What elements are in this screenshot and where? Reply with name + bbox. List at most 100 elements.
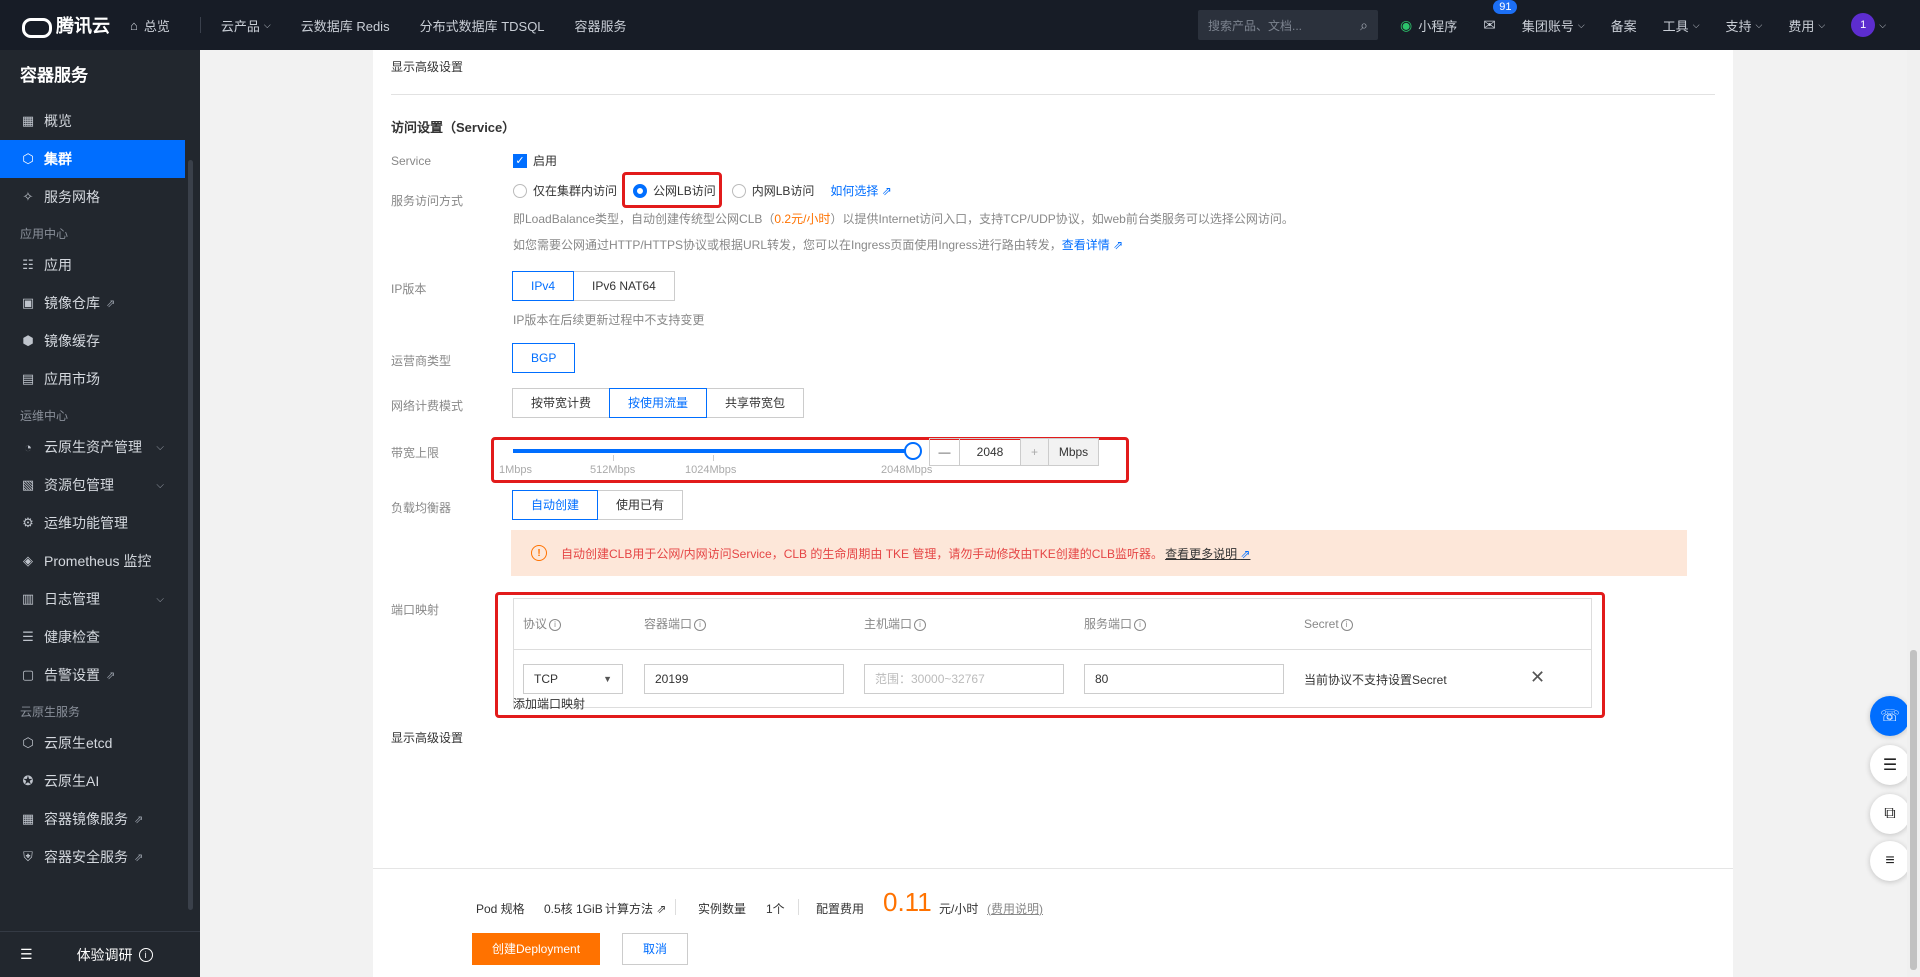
sidebar-item-resource-packs[interactable]: ▧ 资源包管理 ⌵ <box>0 466 200 504</box>
tick-label-max: 2048Mbps <box>881 464 933 476</box>
cancel-button[interactable]: 取消 <box>622 933 689 965</box>
etcd-icon: ⬡ <box>22 735 34 750</box>
external-link-icon: ⇗ <box>106 297 116 310</box>
sidebar-item-etcd[interactable]: ⬡ 云原生etcd <box>0 724 200 762</box>
customer-service-icon[interactable]: ☏ <box>1870 696 1910 736</box>
bandwidth-input[interactable]: 2048 <box>960 439 1020 465</box>
mini-program-icon: ◉ <box>1400 16 1413 33</box>
increment-button[interactable]: + <box>1020 439 1048 465</box>
sidebar-item-ai[interactable]: ✪ 云原生AI <box>0 762 200 800</box>
billing-selector: 按带宽计费 按使用流量 共享带宽包 <box>512 388 805 418</box>
sidebar-item-alerts[interactable]: ▢ 告警设置 ⇗ <box>0 656 200 694</box>
delete-row-icon[interactable]: ✕ <box>1530 667 1545 688</box>
lb-label: 负载均衡器 <box>391 501 452 515</box>
nav-tke[interactable]: 容器服务 <box>575 16 627 35</box>
billing-menu[interactable]: 费用 ⌵ <box>1788 16 1825 35</box>
cost-explain-link[interactable]: (费用说明) <box>987 900 1043 917</box>
icp-filing[interactable]: 备案 <box>1611 16 1637 35</box>
sidebar-item-prometheus[interactable]: ◈ Prometheus 监控 <box>0 542 200 580</box>
sidebar-item-tcr[interactable]: ▦ 容器镜像服务 ⇗ <box>0 800 200 838</box>
outline-icon[interactable]: ≡ <box>1870 841 1910 881</box>
mini-program[interactable]: ◉ 小程序 <box>1400 16 1457 35</box>
sidebar-scrollbar[interactable] <box>188 160 193 910</box>
billing-option-bandwidth[interactable]: 按带宽计费 <box>512 388 611 418</box>
nav-products[interactable]: 云产品 ⌵ <box>221 16 271 35</box>
sidebar-item-ops-features[interactable]: ⚙ 运维功能管理 <box>0 504 200 542</box>
host-port-input[interactable]: 范围：30000~32767 <box>864 664 1064 694</box>
tencent-cloud-logo[interactable]: 腾讯云 <box>0 12 130 38</box>
isp-option-bgp[interactable]: BGP <box>512 343 576 373</box>
ip-version-hint: IP版本在后续更新过程中不支持变更 <box>513 313 705 327</box>
scrollbar-thumb[interactable] <box>1910 650 1917 970</box>
lb-option-existing[interactable]: 使用已有 <box>597 490 684 520</box>
user-menu[interactable]: 1 ⌵ <box>1851 13 1886 37</box>
sidebar-item-service-mesh[interactable]: ✧ 服务网格 <box>0 178 200 216</box>
cluster-icon: ⬡ <box>22 151 34 166</box>
book-icon[interactable]: ⧉ <box>1870 794 1910 834</box>
calc-method-link[interactable]: 计算方法 ⇗ <box>605 900 666 917</box>
tick-mark <box>613 455 614 461</box>
container-port-input[interactable]: 20199 <box>644 664 844 694</box>
collapse-sidebar-icon[interactable]: ☰ <box>20 946 33 963</box>
monitor-icon: ◈ <box>23 553 33 568</box>
support-menu[interactable]: 支持 ⌵ <box>1726 16 1763 35</box>
billing-option-traffic[interactable]: 按使用流量 <box>609 388 708 418</box>
ip-option-ipv4[interactable]: IPv4 <box>512 271 575 301</box>
sidebar-item-app-market[interactable]: ▤ 应用市场 <box>0 360 200 398</box>
port-mapping-label: 端口映射 <box>391 603 440 617</box>
create-deployment-button[interactable]: 创建Deployment <box>472 933 601 965</box>
nav-overview[interactable]: ⌂ 总览 <box>130 16 170 35</box>
mesh-icon: ✧ <box>22 189 34 204</box>
billing-option-shared[interactable]: 共享带宽包 <box>706 388 805 418</box>
shield-icon: ⛨ <box>23 849 33 864</box>
sidebar-item-cluster[interactable]: ⬡ 集群 <box>0 140 185 178</box>
show-advanced-top[interactable]: 显示高级设置 <box>391 58 463 75</box>
sidebar-item-overview[interactable]: ▦ 概览 <box>0 102 200 140</box>
nav-redis[interactable]: 云数据库 Redis <box>301 16 390 35</box>
sidebar-item-security[interactable]: ⛨ 容器安全服务 ⇗ <box>0 838 200 876</box>
sidebar-footer: ☰ 体验调研 i <box>0 931 200 977</box>
message-count-badge: 91 <box>1493 0 1518 14</box>
radio-private-lb[interactable]: 内网LB访问 <box>731 182 814 199</box>
view-more-link[interactable]: 查看更多说明 ⇗ <box>1165 545 1250 562</box>
pod-spec-label: Pod 规格 <box>476 902 525 916</box>
radio-icon <box>513 183 527 198</box>
sidebar: 容器服务 ▦ 概览 ⬡ 集群 ✧ 服务网格 应用中心 ☷ 应用 ▣ 镜像仓库 ⇗ ⬢ 镜像缓存… <box>0 50 200 977</box>
isp-label: 运营商类型 <box>391 354 452 368</box>
info-icon: i <box>914 618 927 631</box>
service-enable-checkbox[interactable]: ✓ 启用 <box>513 152 557 169</box>
sidebar-item-image-cache[interactable]: ⬢ 镜像缓存 <box>0 322 200 360</box>
decrement-button[interactable]: — <box>930 439 960 465</box>
bandwidth-slider-handle[interactable] <box>904 442 922 460</box>
service-label: Service <box>391 154 432 168</box>
search-input[interactable]: 搜索产品、文档... ⌕ <box>1198 10 1378 40</box>
sidebar-item-app[interactable]: ☷ 应用 <box>0 246 200 284</box>
how-to-choose-link[interactable]: 如何选择 ⇗ <box>830 182 891 199</box>
tools-menu[interactable]: 工具 ⌵ <box>1663 16 1700 35</box>
protocol-select[interactable]: TCP ▼ <box>523 664 623 694</box>
nav-tdsql[interactable]: 分布式数据库 TDSQL <box>420 16 545 35</box>
sidebar-item-image-registry[interactable]: ▣ 镜像仓库 ⇗ <box>0 284 200 322</box>
chevron-down-icon: ⌵ <box>1692 19 1700 30</box>
show-advanced-bottom[interactable]: 显示高级设置 <box>391 729 463 746</box>
messages[interactable]: ✉ 91 <box>1483 0 1518 34</box>
app-icon: ☷ <box>22 257 34 272</box>
info-icon: i <box>138 947 153 962</box>
group-account[interactable]: 集团账号 ⌵ <box>1522 16 1585 35</box>
chevron-down-icon: ⌵ <box>1879 19 1887 30</box>
ip-option-ipv6[interactable]: IPv6 NAT64 <box>573 271 675 301</box>
page-scrollbar[interactable] <box>1907 50 1920 977</box>
sidebar-item-logs[interactable]: ▥ 日志管理 ⌵ <box>0 580 200 618</box>
sidebar-group-ops: 运维中心 <box>20 409 69 423</box>
sidebar-item-health-check[interactable]: ☰ 健康检查 <box>0 618 200 656</box>
add-port-mapping-link[interactable]: 添加端口映射 <box>513 695 585 712</box>
search-icon[interactable]: ⌕ <box>1360 17 1368 34</box>
service-port-input[interactable]: 80 <box>1084 664 1284 694</box>
lb-option-auto[interactable]: 自动创建 <box>512 490 599 520</box>
divider <box>675 899 676 915</box>
checklist-icon[interactable]: ☰ <box>1870 745 1910 785</box>
radio-cluster-only[interactable]: 仅在集群内访问 <box>513 182 617 199</box>
sidebar-item-assets[interactable]: ◔ 云原生资产管理 ⌵ <box>0 428 200 466</box>
survey-link[interactable]: 体验调研 <box>77 945 133 965</box>
view-details-link[interactable]: 查看详情 ⇗ <box>1062 238 1123 252</box>
